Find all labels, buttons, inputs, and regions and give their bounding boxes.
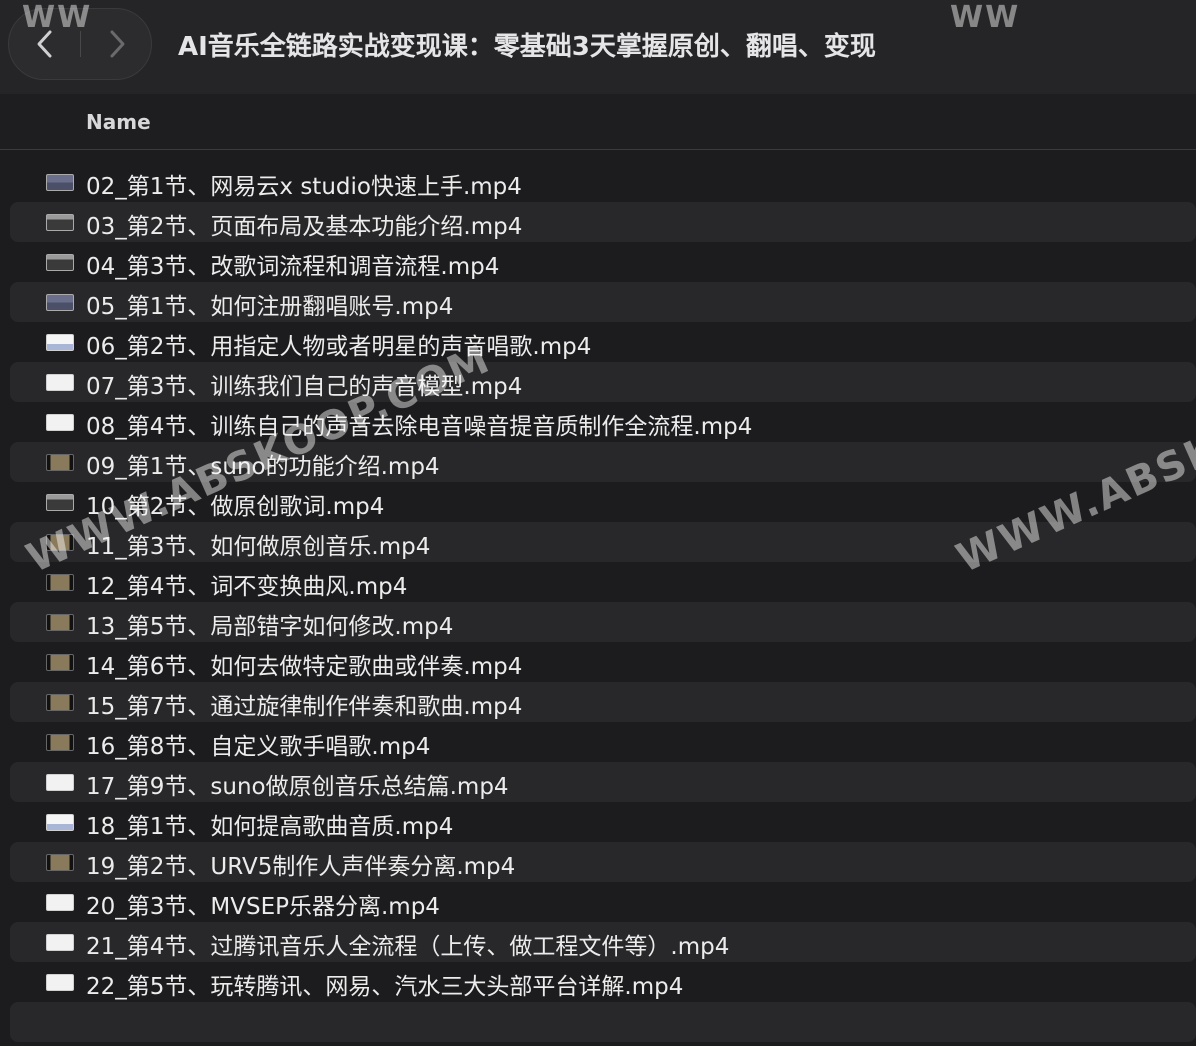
file-row[interactable]: 11_第3节、如何做原创音乐.mp4 <box>10 522 1196 562</box>
file-name: 05_第1节、如何注册翻唱账号.mp4 <box>86 294 454 320</box>
file-name: 19_第2节、URV5制作人声伴奏分离.mp4 <box>86 854 516 880</box>
file-row[interactable]: 04_第3节、改歌词流程和调音流程.mp4 <box>10 242 1196 282</box>
file-name: 04_第3节、改歌词流程和调音流程.mp4 <box>86 254 500 280</box>
file-row[interactable]: 14_第6节、如何去做特定歌曲或伴奏.mp4 <box>10 642 1196 682</box>
file-row[interactable]: 19_第2节、URV5制作人声伴奏分离.mp4 <box>10 842 1196 882</box>
file-row[interactable]: 05_第1节、如何注册翻唱账号.mp4 <box>10 282 1196 322</box>
column-header-name[interactable]: Name <box>86 110 151 134</box>
video-thumbnail-icon <box>46 534 74 551</box>
file-row[interactable]: 10_第2节、做原创歌词.mp4 <box>10 482 1196 522</box>
file-row[interactable]: 09_第1节、suno的功能介绍.mp4 <box>10 442 1196 482</box>
file-list: 02_第1节、网易云x studio快速上手.mp4 03_第2节、页面布局及基本… <box>10 162 1196 1042</box>
video-thumbnail-icon <box>46 814 74 831</box>
file-name: 07_第3节、训练我们自己的声音模型.mp4 <box>86 374 523 400</box>
file-row[interactable]: 21_第4节、过腾讯音乐人全流程（上传、做工程文件等）.mp4 <box>10 922 1196 962</box>
file-name: 21_第4节、过腾讯音乐人全流程（上传、做工程文件等）.mp4 <box>86 934 730 960</box>
file-name: 15_第7节、通过旋律制作伴奏和歌曲.mp4 <box>86 694 523 720</box>
video-thumbnail-icon <box>46 214 74 231</box>
column-header: Name <box>0 94 1196 150</box>
file-name: 11_第3节、如何做原创音乐.mp4 <box>86 534 431 560</box>
file-name: 09_第1节、suno的功能介绍.mp4 <box>86 454 440 480</box>
chevron-left-icon <box>37 30 52 58</box>
video-thumbnail-icon <box>46 774 74 791</box>
file-name: 08_第4节、训练自己的声音去除电音噪音提音质制作全流程.mp4 <box>86 414 753 440</box>
video-thumbnail-icon <box>46 494 74 511</box>
chevron-right-icon <box>110 30 125 58</box>
file-row[interactable]: 22_第5节、玩转腾讯、网易、汽水三大头部平台详解.mp4 <box>10 962 1196 1002</box>
toolbar: AI音乐全链路实战变现课：零基础3天掌握原创、翻唱、变现 <box>0 0 1196 94</box>
file-name: 06_第2节、用指定人物或者明星的声音唱歌.mp4 <box>86 334 592 360</box>
file-row[interactable]: 13_第5节、局部错字如何修改.mp4 <box>10 602 1196 642</box>
file-row[interactable]: 20_第3节、MVSEP乐器分离.mp4 <box>10 882 1196 922</box>
file-name: 20_第3节、MVSEP乐器分离.mp4 <box>86 894 440 920</box>
video-thumbnail-icon <box>46 934 74 951</box>
video-thumbnail-icon <box>46 694 74 711</box>
video-thumbnail-icon <box>46 974 74 991</box>
file-row[interactable]: 12_第4节、词不变换曲风.mp4 <box>10 562 1196 602</box>
file-row[interactable]: 17_第9节、suno做原创音乐总结篇.mp4 <box>10 762 1196 802</box>
file-row[interactable]: 07_第3节、训练我们自己的声音模型.mp4 <box>10 362 1196 402</box>
video-thumbnail-icon <box>46 454 74 471</box>
video-thumbnail-icon <box>46 294 74 311</box>
file-name: 14_第6节、如何去做特定歌曲或伴奏.mp4 <box>86 654 523 680</box>
empty-row <box>10 1002 1196 1042</box>
file-row[interactable]: 16_第8节、自定义歌手唱歌.mp4 <box>10 722 1196 762</box>
forward-button[interactable] <box>81 9 153 79</box>
video-thumbnail-icon <box>46 374 74 391</box>
file-name: 22_第5节、玩转腾讯、网易、汽水三大头部平台详解.mp4 <box>86 974 684 1000</box>
navigation-group <box>8 8 152 80</box>
file-row[interactable]: 02_第1节、网易云x studio快速上手.mp4 <box>10 162 1196 202</box>
video-thumbnail-icon <box>46 734 74 751</box>
file-row[interactable]: 08_第4节、训练自己的声音去除电音噪音提音质制作全流程.mp4 <box>10 402 1196 442</box>
file-row[interactable]: 15_第7节、通过旋律制作伴奏和歌曲.mp4 <box>10 682 1196 722</box>
video-thumbnail-icon <box>46 614 74 631</box>
file-name: 03_第2节、页面布局及基本功能介绍.mp4 <box>86 214 523 240</box>
video-thumbnail-icon <box>46 894 74 911</box>
back-button[interactable] <box>9 9 81 79</box>
video-thumbnail-icon <box>46 854 74 871</box>
file-row[interactable]: 18_第1节、如何提高歌曲音质.mp4 <box>10 802 1196 842</box>
file-row[interactable]: 03_第2节、页面布局及基本功能介绍.mp4 <box>10 202 1196 242</box>
file-name: 16_第8节、自定义歌手唱歌.mp4 <box>86 734 431 760</box>
video-thumbnail-icon <box>46 574 74 591</box>
file-name: 02_第1节、网易云x studio快速上手.mp4 <box>86 174 522 200</box>
video-thumbnail-icon <box>46 174 74 191</box>
file-name: 12_第4节、词不变换曲风.mp4 <box>86 574 408 600</box>
file-row[interactable]: 06_第2节、用指定人物或者明星的声音唱歌.mp4 <box>10 322 1196 362</box>
window-title: AI音乐全链路实战变现课：零基础3天掌握原创、翻唱、变现 <box>178 32 876 62</box>
video-thumbnail-icon <box>46 654 74 671</box>
video-thumbnail-icon <box>46 254 74 271</box>
video-thumbnail-icon <box>46 334 74 351</box>
file-name: 13_第5节、局部错字如何修改.mp4 <box>86 614 454 640</box>
file-name: 18_第1节、如何提高歌曲音质.mp4 <box>86 814 454 840</box>
file-name: 17_第9节、suno做原创音乐总结篇.mp4 <box>86 774 509 800</box>
file-name: 10_第2节、做原创歌词.mp4 <box>86 494 385 520</box>
video-thumbnail-icon <box>46 414 74 431</box>
